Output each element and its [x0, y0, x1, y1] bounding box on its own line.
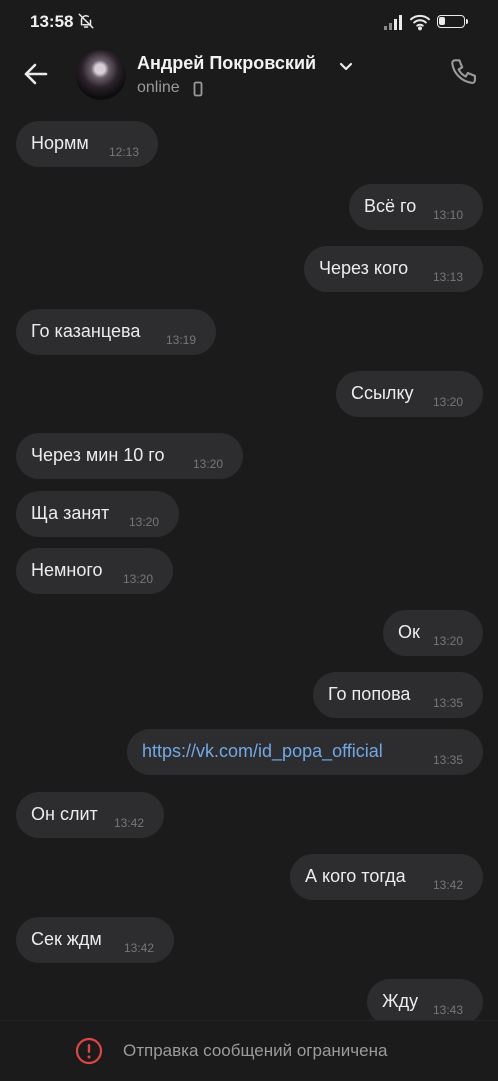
message-text: Нормм: [31, 133, 89, 153]
message-bubble[interactable]: Го попова 13:35: [313, 672, 483, 718]
message-bubble[interactable]: https://vk.com/id_popa_official 13:35: [127, 729, 483, 775]
status-time: 13:58: [30, 12, 74, 31]
message-text: Ок: [398, 622, 420, 642]
message-bubble[interactable]: Го казанцева 13:19: [16, 309, 216, 355]
message-text: Он слит: [31, 804, 98, 824]
message-text: Через мин 10 го: [31, 445, 165, 465]
message-text: Ссылку: [351, 383, 414, 403]
contact-status: online: [137, 79, 180, 96]
message-text: Немного: [31, 560, 103, 580]
message-time: 13:20: [193, 457, 224, 471]
message-time: 13:10: [433, 208, 464, 222]
avatar[interactable]: [76, 50, 126, 100]
back-arrow-icon: [24, 63, 48, 85]
chevron-down-icon[interactable]: [339, 59, 353, 77]
message-time: 13:43: [433, 1003, 464, 1017]
message-bubble[interactable]: Через кого 13:13: [304, 246, 483, 292]
status-bar: 13:58 24: [0, 0, 498, 44]
battery-tip: [466, 19, 468, 24]
message-time: 13:19: [166, 333, 197, 347]
message-text: Го казанцева: [31, 321, 141, 341]
message-time: 13:20: [433, 634, 464, 648]
message-text: Жду: [382, 991, 419, 1011]
message-link[interactable]: https://vk.com/id_popa_official: [142, 741, 383, 762]
battery-level: 24: [445, 15, 456, 25]
message-time: 13:35: [433, 753, 464, 767]
message-time: 12:13: [109, 145, 140, 159]
call-button[interactable]: [448, 56, 482, 90]
phone-icon: [451, 59, 476, 84]
message-time: 13:42: [124, 941, 155, 955]
message-bubble[interactable]: А кого тогда 13:42: [290, 854, 483, 900]
message-bubble[interactable]: Нормм 12:13: [16, 121, 158, 167]
message-bubble[interactable]: Ща занят 13:20: [16, 491, 179, 537]
mobile-device-icon: [193, 81, 203, 102]
wifi-icon: [409, 13, 431, 36]
bell-off-icon: [77, 12, 95, 35]
warning-icon: [75, 1037, 103, 1070]
message-time: 13:35: [433, 696, 464, 710]
message-restriction-bar: Отправка сообщений ограничена: [0, 1020, 498, 1081]
message-bubble[interactable]: Он слит 13:42: [16, 792, 164, 838]
message-text: А кого тогда: [305, 866, 406, 886]
message-bubble[interactable]: Жду 13:43: [367, 979, 483, 1025]
message-bubble[interactable]: Немного 13:20: [16, 548, 173, 594]
message-time: 13:42: [114, 816, 145, 830]
message-time: 13:20: [123, 572, 154, 586]
restriction-notice: Отправка сообщений ограничена: [123, 1041, 388, 1060]
message-time: 13:20: [129, 515, 160, 529]
signal-icon: [384, 14, 404, 35]
contact-name[interactable]: Андрей Покровский: [137, 53, 316, 74]
message-bubble[interactable]: Всё го 13:10: [349, 184, 483, 230]
back-button[interactable]: [20, 58, 52, 90]
message-time: 13:13: [433, 270, 464, 284]
message-text: Сек ждм: [31, 929, 102, 949]
message-time: 13:42: [433, 878, 464, 892]
message-time: 13:20: [433, 395, 464, 409]
message-bubble[interactable]: Ссылку 13:20: [336, 371, 483, 417]
message-bubble[interactable]: Сек ждм 13:42: [16, 917, 174, 963]
message-bubble[interactable]: Ок 13:20: [383, 610, 483, 656]
message-text: Через кого: [319, 258, 409, 278]
message-bubble[interactable]: Через мин 10 го 13:20: [16, 433, 243, 479]
message-text: Ща занят: [31, 503, 110, 523]
message-text: Всё го: [364, 196, 417, 216]
message-text: Го попова: [328, 684, 411, 704]
battery-icon: 24: [437, 15, 468, 28]
chat-header: Андрей Покровский online: [0, 44, 498, 106]
